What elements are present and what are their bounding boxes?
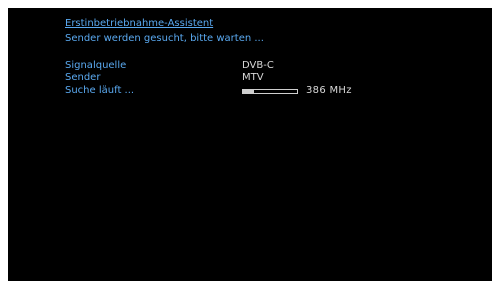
scan-progress-fill: [243, 90, 254, 93]
signal-source-label: Signalquelle: [65, 60, 127, 71]
channel-value: MTV: [242, 72, 264, 83]
scan-frequency: 386 MHz: [306, 85, 352, 96]
scan-progress-bar: [242, 89, 298, 94]
wizard-status-message: Sender werden gesucht, bitte warten ...: [65, 33, 264, 44]
wizard-title: Erstinbetriebnahme-Assistent: [65, 18, 214, 29]
signal-source-value: DVB-C: [242, 60, 274, 71]
tv-screen: Erstinbetriebnahme-Assistent Sender werd…: [8, 8, 492, 281]
channel-label: Sender: [65, 72, 101, 83]
search-running-label: Suche läuft ...: [65, 85, 135, 96]
